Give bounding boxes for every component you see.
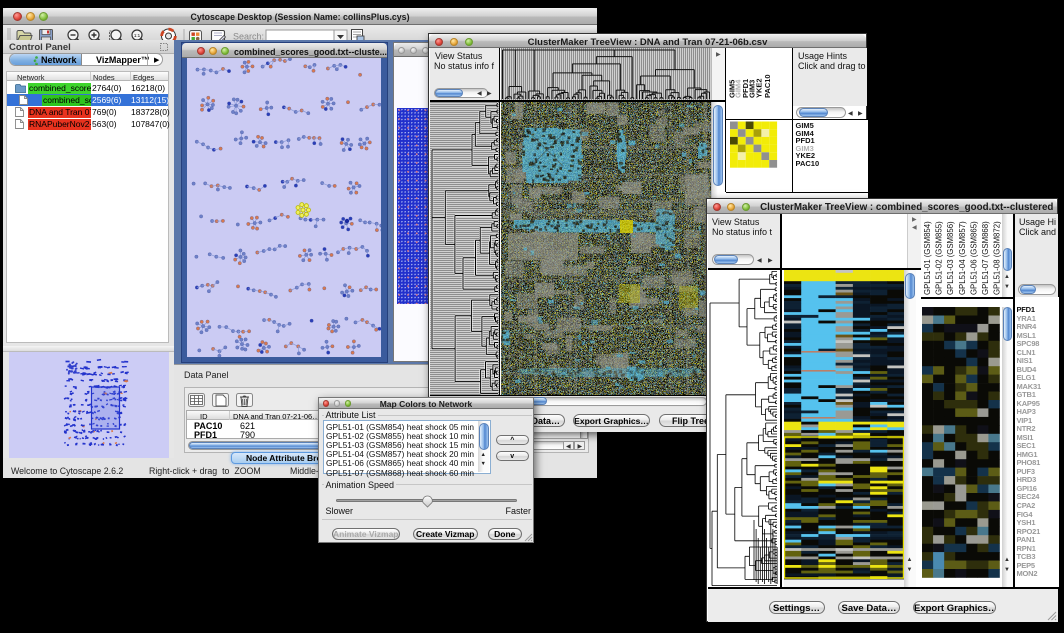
- svg-text:GPL51-04 (GSM857): GPL51-04 (GSM857): [957, 221, 966, 295]
- svg-text:GPL51-08 (GSM872): GPL51-08 (GSM872): [992, 221, 1001, 295]
- svg-text:1:1: 1:1: [134, 33, 141, 38]
- svg-text:GPL51-07 (GSM868): GPL51-07 (GSM868): [981, 221, 990, 295]
- svg-text:GPL51-01 (GSM854): GPL51-01 (GSM854): [923, 221, 932, 295]
- svg-text:GPL51-06 (GSM865): GPL51-06 (GSM865): [969, 221, 978, 295]
- svg-text:GPL51-03 (GSM856): GPL51-03 (GSM856): [946, 221, 955, 295]
- svg-text:PAC10: PAC10: [763, 74, 772, 98]
- svg-text:GPL51-02 (GSM855): GPL51-02 (GSM855): [934, 221, 943, 295]
